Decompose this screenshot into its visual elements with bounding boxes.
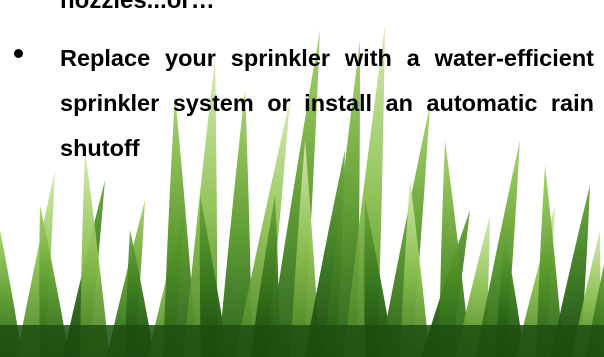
bullet-text: Replace your sprinkler with a water-effi…: [60, 45, 594, 161]
bullet-dot-icon: [14, 49, 23, 58]
slide: nozzles...or… Replace your sprinkler wit…: [0, 0, 604, 357]
previous-bullet-continuation: nozzles...or…: [60, 0, 215, 14]
slide-text: nozzles...or… Replace your sprinkler wit…: [0, 0, 604, 357]
